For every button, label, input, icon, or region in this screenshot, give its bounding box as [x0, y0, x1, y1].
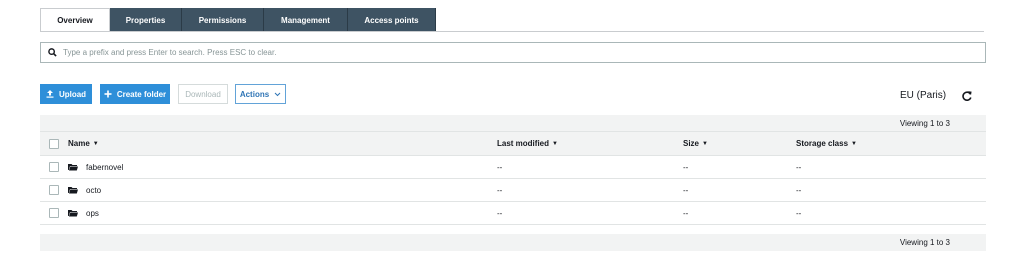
storage-class-cell: --	[796, 208, 802, 218]
create-folder-button[interactable]: Create folder	[100, 84, 170, 104]
folder-name[interactable]: octo	[68, 186, 101, 195]
column-header-size[interactable]: Size ▼	[683, 139, 708, 148]
last-modified-cell: --	[497, 208, 503, 218]
actions-label: Actions	[239, 89, 270, 99]
column-header-storage-class-label: Storage class	[796, 139, 849, 148]
row-checkbox[interactable]	[49, 185, 59, 195]
search-icon	[41, 43, 63, 62]
actions-dropdown[interactable]: Actions	[235, 84, 286, 104]
table-row[interactable]: ops -- -- --	[40, 202, 986, 225]
pagination-top: Viewing 1 to 3	[40, 115, 986, 132]
search-box	[40, 42, 986, 63]
table-row[interactable]: fabernovel -- -- --	[40, 156, 986, 179]
chevron-down-icon	[274, 92, 281, 96]
tab-properties[interactable]: Properties	[110, 8, 182, 32]
select-all-checkbox[interactable]	[49, 138, 59, 149]
upload-label: Upload	[58, 89, 87, 99]
folder-icon	[68, 187, 78, 194]
plus-icon	[104, 90, 112, 98]
tab-bar: Overview Properties Permissions Manageme…	[40, 8, 436, 32]
storage-class-cell: --	[796, 162, 802, 172]
last-modified-cell: --	[497, 162, 503, 172]
row-checkbox[interactable]	[49, 162, 59, 172]
region-label: EU (Paris)	[900, 90, 947, 101]
column-header-last-modified[interactable]: Last modified ▼	[497, 139, 558, 148]
folder-icon	[68, 164, 78, 171]
sort-caret-icon: ▼	[851, 140, 857, 147]
column-header-name-label: Name	[68, 139, 90, 148]
table-header: Name ▼ Last modified ▼ Size ▼ Storage class…	[40, 131, 986, 156]
sort-caret-icon: ▼	[92, 140, 99, 147]
size-cell: --	[683, 162, 689, 172]
refresh-icon[interactable]	[961, 90, 973, 102]
tab-access-points[interactable]: Access points	[348, 8, 436, 32]
create-folder-label: Create folder	[116, 89, 167, 99]
column-header-size-label: Size	[683, 139, 700, 148]
folder-name-label: octo	[86, 185, 102, 195]
folder-name[interactable]: fabernovel	[68, 163, 123, 172]
column-header-last-modified-label: Last modified	[497, 139, 550, 148]
tab-permissions[interactable]: Permissions	[182, 8, 264, 32]
folder-name[interactable]: ops	[68, 209, 99, 218]
sort-caret-icon: ▼	[702, 140, 708, 147]
sort-caret-icon: ▼	[552, 140, 558, 147]
download-button[interactable]: Download	[178, 84, 228, 104]
viewing-count: Viewing 1 to 3	[899, 119, 950, 128]
column-header-storage-class[interactable]: Storage class ▼	[796, 139, 857, 148]
storage-class-cell: --	[796, 185, 802, 195]
pagination-bottom: Viewing 1 to 3	[40, 234, 986, 251]
last-modified-cell: --	[497, 185, 503, 195]
folder-name-label: ops	[86, 208, 99, 218]
search-input[interactable]	[63, 48, 985, 57]
tab-divider	[40, 31, 984, 32]
upload-icon	[46, 90, 54, 98]
tab-management[interactable]: Management	[264, 8, 348, 32]
folder-name-label: fabernovel	[86, 162, 124, 172]
folder-icon	[68, 210, 78, 217]
size-cell: --	[683, 208, 689, 218]
tab-overview[interactable]: Overview	[40, 8, 110, 32]
table-row[interactable]: octo -- -- --	[40, 179, 986, 202]
upload-button[interactable]: Upload	[40, 84, 92, 104]
viewing-count: Viewing 1 to 3	[899, 238, 950, 247]
objects-table: Name ▼ Last modified ▼ Size ▼ Storage class…	[40, 131, 986, 225]
size-cell: --	[683, 185, 689, 195]
row-checkbox[interactable]	[49, 208, 59, 218]
column-header-name[interactable]: Name ▼	[68, 139, 99, 148]
